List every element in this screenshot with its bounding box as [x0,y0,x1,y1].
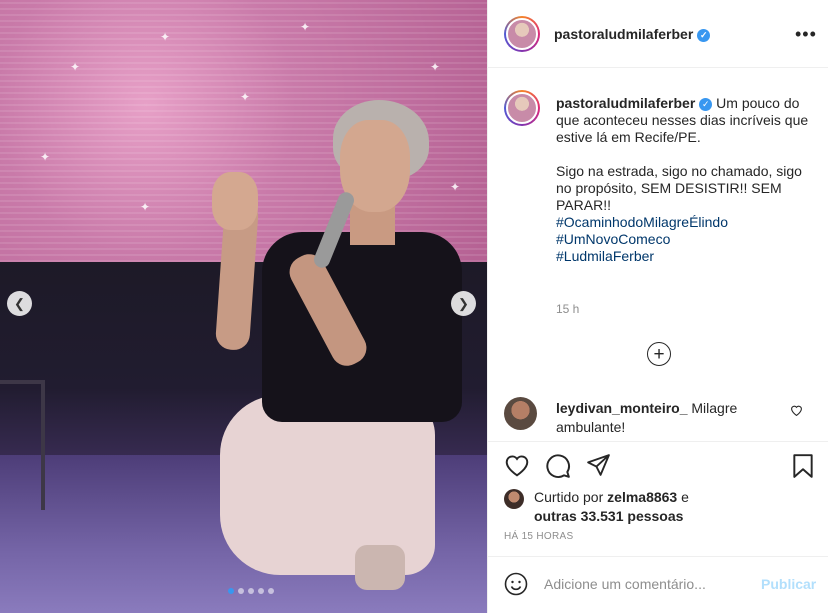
commenter-username[interactable]: leydivan_monteiro_ [556,400,688,416]
author-avatar[interactable] [504,15,540,52]
liker-avatar[interactable] [504,489,524,509]
performer-torso [262,232,462,422]
post-actions [488,441,828,491]
verified-badge-icon: ✓ [699,98,713,111]
verified-badge-icon: ✓ [697,28,711,42]
sparkle-icon: ✦ [40,150,51,164]
sparkle-icon: ✦ [430,60,441,74]
post-photo[interactable]: ✦ ✦ ✦ ✦ ✦ ✦ ✦ ✦ ❮ ❯ [0,0,487,613]
author-username[interactable]: pastoraludmilaferber ✓ [554,26,711,42]
comment-bubble-icon[interactable] [545,453,571,484]
more-options-icon[interactable]: ••• [795,24,817,45]
previous-photo-button[interactable]: ❮ [7,291,32,316]
load-more-comments-icon[interactable]: + [647,342,671,366]
caption-username[interactable]: pastoraludmilaferber [556,95,695,111]
post-timestamp[interactable]: HÁ 15 HORAS [504,531,573,542]
carousel-dot [258,588,264,594]
likes-text: Curtido por zelma8863 e outras 33.531 pe… [534,489,689,524]
hashtag-link[interactable]: #OcaminhodoMilagreÉlindo [556,214,816,231]
save-bookmark-icon[interactable] [792,453,814,484]
carousel-dot [268,588,274,594]
hashtag-link[interactable]: #UmNovoComeco [556,231,816,248]
emoji-smiley-icon[interactable] [504,572,528,601]
comment-input[interactable] [544,573,744,595]
caption-section: pastoraludmilaferber ✓ Um pouco do que ac… [488,68,828,440]
caption-body: Um pouco do que aconteceu nesses dias in… [556,95,809,213]
sparkle-icon: ✦ [450,180,461,194]
caption-text: pastoraludmilaferber ✓ Um pouco do que ac… [556,95,816,265]
sparkle-icon: ✦ [140,200,151,214]
share-paper-plane-icon[interactable] [586,453,611,483]
carousel-dot [248,588,254,594]
other-likers-link[interactable]: outras 33.531 pessoas [534,508,683,524]
chevron-left-icon: ❮ [14,295,25,311]
comment-text: leydivan_monteiro_ Milagre ambulante! [556,399,786,437]
next-photo-button[interactable]: ❯ [451,291,476,316]
sparkle-icon: ✦ [240,90,251,104]
sparkle-icon: ✦ [300,20,311,34]
caption-time: 15 h [556,302,580,316]
carousel-indicator [228,588,274,594]
liker-username[interactable]: zelma8863 [607,489,677,505]
comment-like-heart-icon[interactable] [790,404,803,419]
carousel-dot [238,588,244,594]
stool [0,380,45,510]
post-side-panel: pastoraludmilaferber ✓ ••• pastoraludmila… [487,0,828,613]
carousel-dot [228,588,234,594]
chevron-right-icon: ❯ [458,295,469,311]
publish-comment-button[interactable]: Publicar [761,576,816,592]
hashtag-link[interactable]: #LudmilaFerber [556,248,816,265]
add-comment-bar: Publicar [488,556,828,613]
commenter-avatar[interactable] [504,397,537,430]
sparkle-icon: ✦ [160,30,171,44]
sparkle-icon: ✦ [70,60,81,74]
caption-author-avatar[interactable] [504,90,540,126]
like-heart-icon[interactable] [504,453,530,482]
performer-legs [220,395,435,575]
performer-shoe [355,545,405,590]
post-header: pastoraludmilaferber ✓ ••• [488,0,828,68]
performer-hand [212,172,258,230]
